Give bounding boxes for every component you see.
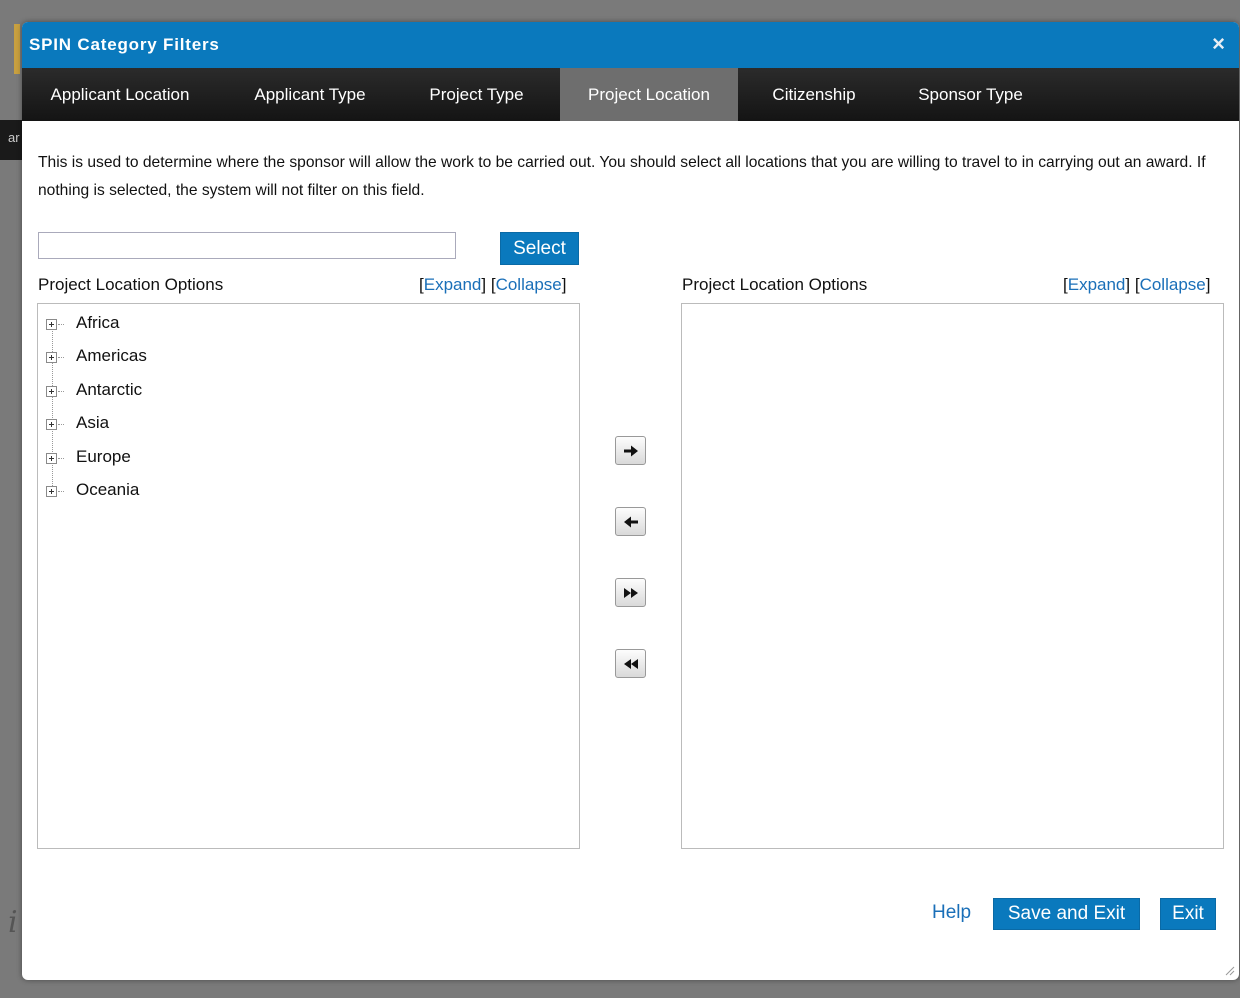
tab-applicant-type[interactable]: Applicant Type [235, 68, 385, 121]
dialog-titlebar: SPIN Category Filters × [22, 22, 1239, 68]
move-all-right-button[interactable] [615, 578, 646, 607]
expand-plus-icon[interactable] [46, 319, 57, 330]
tree-item-label[interactable]: Africa [76, 313, 119, 333]
tree-item-label[interactable]: Oceania [76, 480, 139, 500]
expand-plus-icon[interactable] [46, 453, 57, 464]
expand-plus-icon[interactable] [46, 486, 57, 497]
right-collapse-link[interactable]: Collapse [1140, 275, 1206, 294]
expand-plus-icon[interactable] [46, 352, 57, 363]
selected-locations-list[interactable] [681, 303, 1224, 849]
left-panel-links: [Expand] [Collapse] [419, 275, 567, 294]
expand-plus-icon[interactable] [46, 386, 57, 397]
move-right-button[interactable] [615, 436, 646, 465]
double-arrow-right-icon [624, 588, 638, 598]
arrow-left-icon [624, 516, 638, 528]
help-link[interactable]: Help [932, 902, 971, 924]
right-expand-link[interactable]: Expand [1068, 275, 1126, 294]
tab-applicant-location[interactable]: Applicant Location [30, 68, 210, 121]
background-header-fragment: ar [0, 120, 22, 160]
left-collapse-link[interactable]: Collapse [496, 275, 562, 294]
move-all-left-button[interactable] [615, 649, 646, 678]
filter-tabs: Applicant Location Applicant Type Projec… [22, 68, 1239, 121]
location-search-input[interactable] [38, 232, 456, 259]
tab-citizenship[interactable]: Citizenship [756, 68, 872, 121]
tree-item-label[interactable]: Asia [76, 413, 109, 433]
arrow-right-icon [624, 445, 638, 457]
expand-plus-icon[interactable] [46, 419, 57, 430]
right-panel-links: [Expand] [Collapse] [1063, 275, 1211, 294]
left-expand-link[interactable]: Expand [424, 275, 482, 294]
tab-sponsor-type[interactable]: Sponsor Type [894, 68, 1047, 121]
tree-item-label[interactable]: Antarctic [76, 380, 142, 400]
tab-project-location[interactable]: Project Location [560, 68, 738, 121]
available-locations-list[interactable]: Africa Americas Antarctic Asia Europe Oc… [37, 303, 580, 849]
category-filters-dialog: SPIN Category Filters × Applicant Locati… [22, 22, 1239, 980]
select-button[interactable]: Select [500, 232, 579, 265]
filter-description: This is used to determine where the spon… [38, 154, 1206, 199]
tree-item-label[interactable]: Americas [76, 346, 147, 366]
left-panel-title: Project Location Options [38, 275, 224, 294]
move-left-button[interactable] [615, 507, 646, 536]
close-icon[interactable]: × [1212, 31, 1225, 57]
resize-grip-icon[interactable] [1223, 964, 1235, 976]
background-accent-strip [14, 24, 20, 74]
double-arrow-left-icon [624, 659, 638, 669]
exit-button[interactable]: Exit [1160, 898, 1216, 930]
dialog-title: SPIN Category Filters [29, 35, 220, 54]
tab-project-type[interactable]: Project Type [411, 68, 542, 121]
right-panel-title: Project Location Options [682, 275, 868, 294]
tree-item-label[interactable]: Europe [76, 447, 131, 467]
save-and-exit-button[interactable]: Save and Exit [993, 898, 1140, 930]
background-text-fragment: i [8, 905, 18, 940]
